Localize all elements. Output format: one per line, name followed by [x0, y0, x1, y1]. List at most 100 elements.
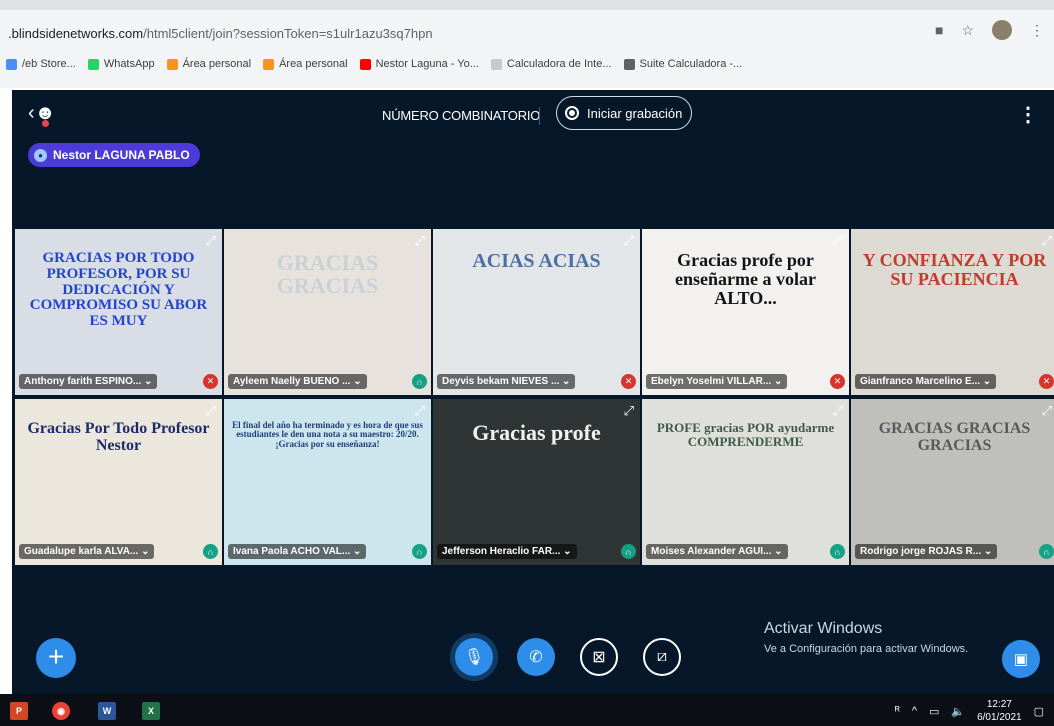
camera-indicator-icon[interactable]: ■	[935, 22, 943, 38]
participant-name-dropdown[interactable]: Ebelyn Yoselmi VILLAR... ⌄	[646, 374, 788, 389]
fullscreen-icon[interactable]: ⤢	[415, 403, 425, 419]
phone-icon: ✆	[529, 649, 543, 666]
participant-name-dropdown[interactable]: Guadalupe karla ALVA... ⌄	[19, 544, 155, 559]
screen-share-off-icon: ⧄	[656, 648, 668, 665]
video-tile[interactable]: Y CONFIANZA Y POR SU PACIENCIA ⤢ Gianfranc…	[851, 229, 1054, 395]
participant-name: Jefferson Heraclio FAR...	[442, 546, 561, 557]
network-icon[interactable]: ▭	[929, 705, 939, 718]
held-sign-text: El final del año ha terminado y es hora …	[232, 420, 423, 449]
microphone-button[interactable]: 🎙	[455, 638, 493, 676]
bookmark-label: Nestor Laguna - Yo...	[375, 58, 479, 70]
fullscreen-icon[interactable]: ⤢	[624, 403, 634, 419]
url-host: .blindsidenetworks.com	[8, 26, 144, 41]
fullscreen-icon[interactable]: ⤢	[415, 233, 425, 249]
held-sign-text: Gracias Por Todo Profesor Nestor	[27, 420, 210, 454]
actions-plus-button[interactable]: +	[36, 638, 76, 678]
listen-only-icon: ∩	[621, 544, 636, 559]
suite-icon	[623, 58, 635, 70]
share-screen-button[interactable]: ⧄	[643, 638, 681, 676]
watermark-subtitle: Ve a Configuración para activar Windows.	[764, 643, 969, 655]
held-sign-text: Gracias profe	[472, 420, 601, 445]
participant-name-dropdown[interactable]: Ivana Paola ACHO VAL... ⌄	[228, 544, 367, 559]
bookmark-label: Área personal	[279, 58, 348, 70]
chevron-down-icon: ⌄	[350, 546, 362, 557]
video-tile[interactable]: Gracias Por Todo Profesor Nestor ⤢ Guadalu…	[15, 399, 222, 565]
bookmark-label: WhatsApp	[103, 58, 155, 70]
fullscreen-icon[interactable]: ⤢	[206, 403, 216, 419]
presentation-button[interactable]: ▣	[1002, 640, 1040, 678]
bookmark-item[interactable]: WhatsApp	[87, 58, 155, 70]
notifications-icon[interactable]: ▢	[1034, 705, 1044, 718]
excel-taskbar-icon[interactable]: X	[142, 702, 160, 720]
chevron-down-icon: ⌄	[980, 376, 992, 387]
tray-expand-icon[interactable]: ^	[912, 705, 917, 717]
system-clock[interactable]: 12:27 6/01/2021	[977, 698, 1022, 724]
video-tile[interactable]: ACIAS ACIAS ⤢ Deyvis bekam NIEVES ... ⌄ ✕	[433, 229, 640, 395]
watermark-title: Activar Windows	[764, 620, 883, 637]
fullscreen-icon[interactable]: ⤢	[833, 233, 843, 249]
video-tile[interactable]: PROFE gracias POR ayudarme COMPRENDERME ⤢…	[642, 399, 849, 565]
bookmark-label: Suite Calculadora -...	[639, 58, 743, 70]
powerpoint-taskbar-icon[interactable]: P	[10, 702, 28, 720]
chevron-down-icon: ⌄	[981, 546, 993, 557]
people-icon[interactable]: ᴿ	[895, 705, 900, 717]
participant-name-dropdown[interactable]: Ayleem Naelly BUENO ... ⌄	[228, 374, 367, 389]
profile-avatar[interactable]	[992, 20, 1012, 40]
word-taskbar-icon[interactable]: W	[98, 702, 116, 720]
browser-menu-icon[interactable]: ⋮	[1030, 22, 1044, 39]
options-menu-icon[interactable]: ⋮	[1018, 102, 1038, 127]
participant-name-dropdown[interactable]: Anthony farith ESPINO... ⌄	[19, 374, 158, 389]
bookmark-star-icon[interactable]: ☆	[961, 22, 974, 39]
bookmark-item[interactable]: /eb Store...	[6, 58, 76, 70]
fullscreen-icon[interactable]: ⤢	[206, 233, 216, 249]
tab-strip[interactable]	[0, 0, 1054, 10]
fullscreen-icon[interactable]: ⤢	[624, 233, 634, 249]
calculator-icon	[490, 58, 502, 70]
youtube-icon	[359, 58, 371, 70]
fullscreen-icon[interactable]: ⤢	[1042, 403, 1052, 419]
talking-indicator[interactable]: ● Nestor LAGUNA PABLO	[28, 143, 200, 167]
camera-off-icon: ⊠	[592, 649, 606, 666]
chevron-down-icon: ⌄	[559, 376, 571, 387]
held-sign-text: GRACIAS GRACIAS GRACIAS	[878, 420, 1031, 454]
bookmark-item[interactable]: Área personal	[263, 58, 348, 70]
title-divider	[539, 107, 540, 125]
listen-only-icon: ∩	[412, 374, 427, 389]
video-tile[interactable]: Gracias profe ⤢ Jefferson Heraclio FAR... …	[433, 399, 640, 565]
chrome-web-store-icon	[6, 58, 17, 70]
conference-app: ‹☻ NÚMERO COMBINATORIO Iniciar grabación…	[12, 90, 1054, 694]
audio-leave-button[interactable]: ✆	[517, 638, 555, 676]
video-tile[interactable]: Gracias profe por enseñarme a volar ALTO…	[642, 229, 849, 395]
video-tile[interactable]: El final del año ha terminado y es hora …	[224, 399, 431, 565]
windows-activation-watermark: Activar Windows Ve a Configuración para …	[764, 620, 968, 655]
held-sign-text: GRACIAS GRACIAS	[276, 250, 379, 299]
record-button[interactable]: Iniciar grabación	[556, 96, 692, 130]
chrome-taskbar-icon[interactable]: ◉	[52, 702, 70, 720]
participant-name-dropdown[interactable]: Gianfranco Marcelino E... ⌄	[855, 374, 997, 389]
held-sign-text: ACIAS ACIAS	[472, 250, 601, 272]
share-webcam-button[interactable]: ⊠	[580, 638, 618, 676]
volume-icon[interactable]: 🔈	[951, 705, 965, 718]
participant-name-dropdown[interactable]: Jefferson Heraclio FAR... ⌄	[437, 544, 577, 559]
chevron-down-icon: ⌄	[141, 376, 153, 387]
address-bar[interactable]: .blindsidenetworks.com/html5client/join?…	[8, 26, 433, 41]
participant-name-dropdown[interactable]: Deyvis bekam NIEVES ... ⌄	[437, 374, 576, 389]
video-tile[interactable]: GRACIAS GRACIAS ⤢ Ayleem Naelly BUENO ... …	[224, 229, 431, 395]
participant-name-dropdown[interactable]: Moises Alexander AGUI... ⌄	[646, 544, 788, 559]
fullscreen-icon[interactable]: ⤢	[1042, 233, 1052, 249]
muted-microphone-icon: ✕	[621, 374, 636, 389]
clock-date: 6/01/2021	[977, 712, 1022, 723]
fullscreen-icon[interactable]: ⤢	[833, 403, 843, 419]
users-list-toggle[interactable]: ‹☻	[28, 102, 56, 127]
video-tile[interactable]: GRACIAS GRACIAS GRACIAS ⤢ Rodrigo jorge RO…	[851, 399, 1054, 565]
held-sign-text: Gracias profe por enseñarme a volar ALTO…	[675, 250, 816, 308]
bookmark-item[interactable]: Nestor Laguna - Yo...	[359, 58, 479, 70]
bookmark-item[interactable]: Área personal	[166, 58, 251, 70]
participant-name-dropdown[interactable]: Rodrigo jorge ROJAS R... ⌄	[855, 544, 998, 559]
clock-time: 12:27	[986, 699, 1012, 710]
action-bar: + 🎙 ✆ ⊠ ⧄ Activar Windows Ve a Configura…	[12, 612, 1054, 694]
chevron-down-icon: ⌄	[350, 376, 362, 387]
bookmark-item[interactable]: Suite Calculadora -...	[623, 58, 743, 70]
bookmark-item[interactable]: Calculadora de Inte...	[490, 58, 612, 70]
video-tile[interactable]: GRACIAS POR TODO PROFESOR, POR SU DEDICA…	[15, 229, 222, 395]
